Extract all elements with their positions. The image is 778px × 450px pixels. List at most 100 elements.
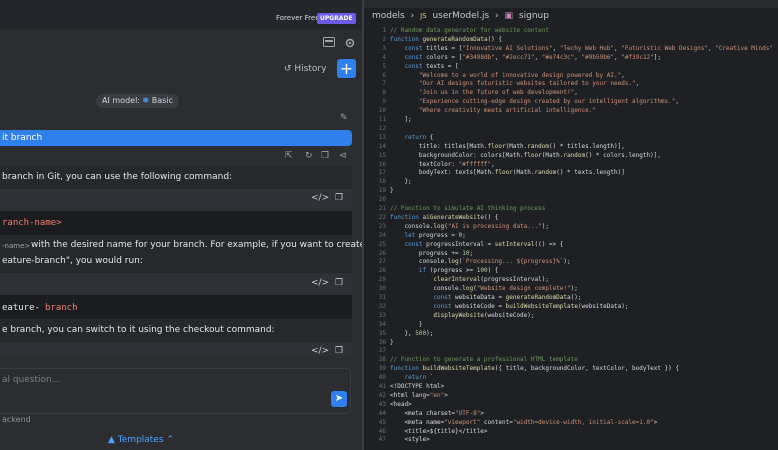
code-line[interactable]: }, 500); xyxy=(390,330,433,337)
send-button[interactable]: ➤ xyxy=(331,391,347,407)
breadcrumb-item[interactable]: signup xyxy=(519,11,549,21)
code-line[interactable]: <style> xyxy=(390,436,429,443)
chat-input-placeholder: al question... xyxy=(2,375,61,385)
code-line[interactable]: // Random data generator for website con… xyxy=(390,27,549,34)
line-number: 44 xyxy=(378,409,386,417)
code-line[interactable]: "Experience cutting-edge design created … xyxy=(390,98,679,105)
code-line[interactable]: "Where creativity meets artificial intel… xyxy=(390,107,596,114)
code-line[interactable]: progress += 10; xyxy=(390,250,473,257)
code-block-header xyxy=(0,189,352,211)
code-line[interactable]: const colors = ["#3498db", "#2ecc71", "#… xyxy=(390,54,661,61)
code-line[interactable]: displayWebsite(websiteCode); xyxy=(390,312,534,319)
user-message xyxy=(0,130,352,146)
code-icon[interactable]: </> xyxy=(311,346,329,356)
code-line[interactable]: console.log(`Processing... ${progress}%`… xyxy=(390,258,571,265)
code-line[interactable]: <!DOCTYPE html> xyxy=(390,383,444,390)
templates-icon: ▲ xyxy=(108,435,115,445)
code-line[interactable]: <head> xyxy=(390,401,412,408)
new-chat-button[interactable]: + xyxy=(337,59,356,78)
line-number: 36 xyxy=(378,338,386,346)
breadcrumb-item[interactable]: userModel.js xyxy=(432,11,489,21)
code-line[interactable]: return { xyxy=(390,134,433,141)
code-line[interactable]: return ` xyxy=(390,374,433,381)
edit-icon[interactable]: ✎ xyxy=(340,113,348,123)
line-number: 41 xyxy=(378,383,386,390)
chevron-right-icon: › xyxy=(410,11,415,21)
user-message-text: it branch xyxy=(2,133,43,143)
line-number: 13 xyxy=(378,133,386,141)
code-line[interactable]: const websiteCode = buildWebsiteTemplate… xyxy=(390,303,628,310)
answer-line: eature-branch", you would run: xyxy=(2,256,143,266)
code-line[interactable]: const progressInterval = setInterval(() … xyxy=(390,241,563,248)
code-line[interactable]: } xyxy=(390,321,423,328)
code-line[interactable]: "Our AI designs futuristic websites tail… xyxy=(390,80,639,87)
code-line[interactable]: "Welcome to a world of innovative design… xyxy=(390,72,625,79)
code-line[interactable]: function buildWebsiteTemplate({ title, b… xyxy=(390,365,679,372)
code-editor[interactable]: 1 // Random data generator for website co… xyxy=(364,27,778,450)
history-button[interactable]: ↺ History xyxy=(284,64,326,74)
share-icon[interactable]: ⊲ xyxy=(339,151,347,161)
gear-icon[interactable] xyxy=(344,37,356,48)
code-line[interactable]: clearInterval(progressInterval); xyxy=(390,276,549,283)
line-number: 46 xyxy=(378,427,386,435)
copy-code-icon[interactable]: ❐ xyxy=(335,278,343,288)
answer-inline-code: -name> xyxy=(2,242,31,250)
code-line[interactable]: <title>${title}</title> xyxy=(390,428,487,435)
code-line[interactable]: } xyxy=(390,339,394,346)
ai-model-value: Basic xyxy=(151,96,173,105)
code-line[interactable]: let progress = 0; xyxy=(390,232,465,239)
code-line[interactable]: console.log("Website design complete!"); xyxy=(390,285,578,292)
code-line[interactable]: console.log("AI is processing data..."); xyxy=(390,223,549,230)
line-number: 22 xyxy=(378,213,386,221)
code-line[interactable]: "Join us in the future of web developmen… xyxy=(390,89,578,96)
line-number: 40 xyxy=(378,374,386,382)
templates-button[interactable]: ▲ Templates ⌃ xyxy=(108,435,174,445)
breadcrumb-item[interactable]: models xyxy=(372,11,405,21)
code-line[interactable]: if (progress >= 100) { xyxy=(390,267,499,274)
code-line[interactable]: <html lang="en"> xyxy=(390,392,448,399)
line-number: 24 xyxy=(378,231,386,239)
layout-icon[interactable] xyxy=(323,37,335,48)
line-number: 21 xyxy=(378,205,386,212)
code-line[interactable]: <meta name="viewport" content="width=dev… xyxy=(390,419,657,426)
code-line[interactable]: const texts = [ xyxy=(390,63,458,70)
code-line[interactable]: ]; xyxy=(390,116,411,123)
line-number: 26 xyxy=(378,249,386,257)
copy-icon[interactable]: ❐ xyxy=(321,151,329,161)
code-line[interactable]: function aiGenerateWebsite() { xyxy=(390,214,498,221)
code-line[interactable]: function generateRandomData() { xyxy=(390,36,502,43)
code-line[interactable]: // Function to generate a professional H… xyxy=(390,356,578,363)
line-number: 29 xyxy=(378,276,386,284)
line-number: 45 xyxy=(378,418,386,426)
line-number: 17 xyxy=(378,169,386,177)
code-line[interactable]: <meta charset="UTF-8"> xyxy=(390,410,484,417)
code-line[interactable]: }; xyxy=(390,178,411,185)
copy-code-icon[interactable]: ❐ xyxy=(335,193,343,203)
code-line[interactable]: const titles = ["Innovative AI Solutions… xyxy=(390,45,773,52)
copy-code-icon[interactable]: ❐ xyxy=(335,346,343,356)
line-number: 31 xyxy=(378,294,386,301)
code-line[interactable]: title: titles[Math.floor(Math.random() *… xyxy=(390,143,625,150)
code-line[interactable]: // Function to simulate AI thinking proc… xyxy=(390,205,545,212)
ai-model-selector[interactable]: AI model: ❃ Basic xyxy=(96,94,179,108)
line-number: 1 xyxy=(382,27,386,34)
refresh-icon[interactable]: ↻ xyxy=(305,151,313,161)
line-number: 18 xyxy=(378,178,386,186)
code-line[interactable]: const websiteData = generateRandomData()… xyxy=(390,294,581,301)
code-text: ranch-name> xyxy=(2,218,62,228)
upgrade-button[interactable]: UPGRADE xyxy=(317,13,356,24)
js-file-icon: JS xyxy=(420,12,427,20)
code-line[interactable]: bodyText: texts[Math.floor(Math.random()… xyxy=(390,169,625,176)
code-line[interactable]: backgroundColor: colors[Math.floor(Math.… xyxy=(390,152,661,159)
code-editor-panel: models › JS userModel.js › ▣ signup 1 // … xyxy=(364,0,778,450)
code-icon[interactable]: </> xyxy=(311,278,329,288)
line-number: 37 xyxy=(378,347,386,355)
answer-line: branch in Git, you can use the following… xyxy=(2,172,233,182)
code-icon[interactable]: </> xyxy=(311,193,329,203)
line-number: 15 xyxy=(378,151,386,159)
line-number: 33 xyxy=(378,311,386,319)
code-line[interactable]: textColor: "#ffffff", xyxy=(390,161,495,168)
line-number: 3 xyxy=(382,44,386,52)
code-line[interactable]: } xyxy=(390,187,394,194)
expand-icon[interactable]: ⇱ xyxy=(285,151,293,161)
